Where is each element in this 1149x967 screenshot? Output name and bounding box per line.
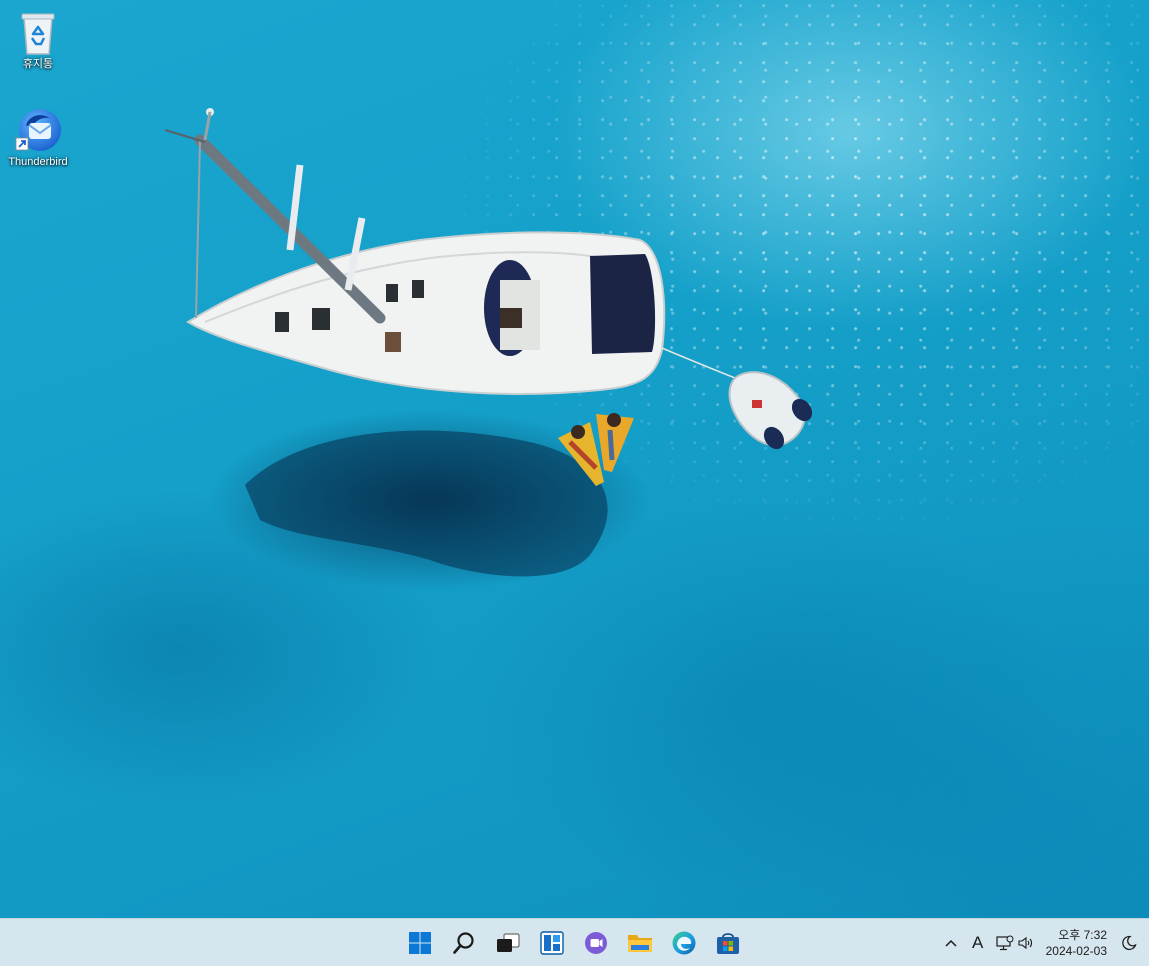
task-view-button[interactable] <box>486 923 530 963</box>
task-view-icon <box>497 933 520 952</box>
thunderbird-icon <box>14 106 62 154</box>
input-method-button[interactable]: A <box>964 923 992 963</box>
desktop-wallpaper: 휴지통 Thunderbird <box>0 0 1149 918</box>
edge-browser-icon <box>672 931 696 955</box>
start-button[interactable] <box>398 923 442 963</box>
focus-assist-button[interactable] <box>1115 923 1143 963</box>
clock-date: 2024-02-03 <box>1045 944 1107 958</box>
widgets-icon <box>540 931 564 955</box>
clock-time: 오후 7:32 <box>1058 928 1107 942</box>
network-icon <box>996 935 1014 951</box>
taskbar: A 오후 7:32 2024-02-03 <box>0 918 1149 966</box>
store-button[interactable] <box>706 923 750 963</box>
microsoft-store-icon <box>717 933 739 954</box>
sailboat-scene <box>164 108 813 577</box>
show-hidden-icons-button[interactable] <box>938 923 964 963</box>
input-method-label: A <box>971 933 984 952</box>
file-explorer-button[interactable] <box>618 923 662 963</box>
taskbar-pinned-apps <box>398 919 750 967</box>
volume-icon <box>1018 936 1032 950</box>
desktop-icon-thunderbird[interactable]: Thunderbird <box>0 106 76 169</box>
recycle-bin-icon <box>14 8 62 56</box>
desktop-icon-label: 휴지통 <box>22 58 54 70</box>
network-volume-button[interactable] <box>992 923 1038 963</box>
clock-button[interactable]: 오후 7:32 2024-02-03 <box>1038 923 1115 963</box>
windows-start-icon <box>409 932 431 954</box>
chevron-up-icon <box>945 939 957 947</box>
widgets-button[interactable] <box>530 923 574 963</box>
moon-icon <box>1122 935 1137 951</box>
desktop-icon-label: Thunderbird <box>8 156 68 168</box>
chat-button[interactable] <box>574 923 618 963</box>
folder-icon <box>628 935 652 952</box>
teams-chat-icon <box>585 932 607 954</box>
desktop-icon-recycle-bin[interactable]: 휴지통 <box>0 8 76 71</box>
edge-button[interactable] <box>662 923 706 963</box>
search-icon <box>453 932 474 954</box>
system-tray: A 오후 7:32 2024-02-03 <box>938 919 1149 967</box>
search-button[interactable] <box>442 923 486 963</box>
